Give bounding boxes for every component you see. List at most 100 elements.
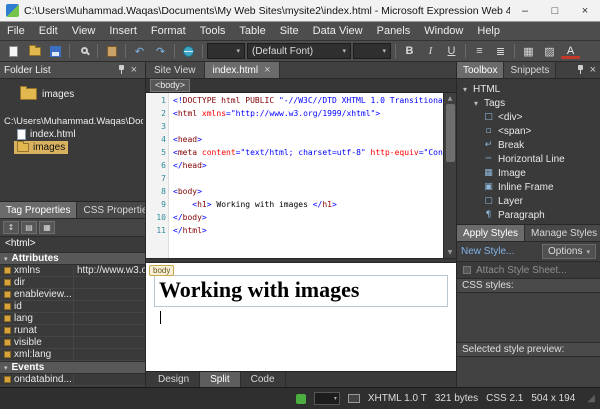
font-size-select[interactable]: ▾ — [353, 43, 391, 59]
quick-tag-body[interactable]: <body> — [150, 79, 190, 92]
toolbox-node-form-controls[interactable]: ▾Form Controls — [457, 222, 600, 224]
property-row-id[interactable]: id — [0, 301, 145, 313]
tab-index-html[interactable]: index.html × — [205, 62, 280, 78]
property-row-enableview[interactable]: enableview... — [0, 289, 145, 301]
italic-button[interactable]: I — [421, 43, 440, 60]
close-panel-icon[interactable]: × — [590, 65, 596, 76]
options-button[interactable]: Options ▾ — [542, 244, 596, 259]
scrollbar-thumb[interactable] — [446, 104, 455, 162]
section-header-attributes[interactable]: ▾Attributes — [0, 252, 145, 265]
property-row-xml-lang[interactable]: xml:lang — [0, 349, 145, 361]
folder-list-item-index-html[interactable]: index.html — [14, 128, 79, 141]
property-row-visible[interactable]: visible — [0, 337, 145, 349]
style-select[interactable]: ▾ — [207, 43, 245, 59]
pin-icon[interactable] — [576, 65, 585, 75]
menu-item-insert[interactable]: Insert — [102, 22, 144, 40]
menu-item-window[interactable]: Window — [417, 22, 470, 40]
toolbox-node-horizontal-line[interactable]: ─Horizontal Line — [457, 152, 600, 166]
open-button[interactable] — [25, 43, 44, 60]
menu-item-tools[interactable]: Tools — [193, 22, 233, 40]
maximize-button[interactable]: □ — [540, 0, 570, 21]
folder-list-body[interactable]: images C:\Users\Muhammad.Waqas\Documents… — [0, 79, 145, 201]
save-button[interactable] — [46, 43, 65, 60]
menu-item-data-view[interactable]: Data View — [306, 22, 370, 40]
menu-item-site[interactable]: Site — [273, 22, 306, 40]
sort-alphabetical-icon[interactable]: ↕ — [3, 221, 19, 234]
menu-item-view[interactable]: View — [65, 22, 103, 40]
menu-item-edit[interactable]: Edit — [32, 22, 65, 40]
toolbox-node-image[interactable]: ▦Image — [457, 166, 600, 180]
inline-frame-icon: ▣ — [483, 182, 494, 192]
toolbox-node-div[interactable]: □<div> — [457, 110, 600, 124]
tab-design[interactable]: Design — [148, 372, 200, 387]
minimize-button[interactable]: – — [510, 0, 540, 21]
design-view[interactable]: body Working with images — [146, 263, 456, 371]
status-item-xhtml-1-0-t[interactable]: XHTML 1.0 T — [368, 393, 427, 404]
menu-item-help[interactable]: Help — [470, 22, 507, 40]
tab-apply-styles[interactable]: Apply Styles — [457, 225, 525, 241]
bullets-button[interactable]: ≡ — [470, 43, 489, 60]
property-row-runat[interactable]: runat — [0, 325, 145, 337]
highlight-button[interactable]: ▨ — [540, 43, 559, 60]
property-row-lang[interactable]: lang — [0, 313, 145, 325]
tab-snippets[interactable]: Snippets — [504, 62, 556, 78]
status-item-css-2-1[interactable]: CSS 2.1 — [486, 393, 523, 404]
close-button[interactable]: × — [570, 0, 600, 21]
menu-item-panels[interactable]: Panels — [370, 22, 418, 40]
design-heading[interactable]: Working with images — [154, 275, 448, 307]
categorized-view-icon[interactable]: ▤ — [21, 221, 37, 234]
new-document-button[interactable] — [4, 43, 23, 60]
set-properties-icon[interactable]: ▦ — [39, 221, 55, 234]
close-panel-icon[interactable]: × — [131, 65, 137, 76]
paste-button[interactable] — [102, 43, 121, 60]
property-value[interactable]: http://www.w3.o... — [74, 265, 145, 276]
bold-button[interactable]: B — [400, 43, 419, 60]
undo-button[interactable]: ↶ — [130, 43, 149, 60]
tab-css-properties[interactable]: CSS Properties — [77, 202, 145, 218]
font-color-button[interactable]: A — [561, 45, 580, 59]
menu-item-table[interactable]: Table — [232, 22, 272, 40]
numbering-button[interactable]: ≣ — [491, 43, 510, 60]
pin-icon[interactable] — [117, 65, 126, 75]
toolbox-node-paragraph[interactable]: ¶Paragraph — [457, 208, 600, 222]
folder-list-item-images[interactable]: images — [14, 141, 68, 154]
tab-code[interactable]: Code — [241, 372, 286, 387]
scroll-up-icon[interactable]: ▲ — [448, 95, 453, 102]
menu-item-file[interactable]: File — [0, 22, 32, 40]
tab-tag-properties[interactable]: Tag Properties — [0, 202, 77, 218]
toolbox-node-break[interactable]: ↵Break — [457, 138, 600, 152]
resize-grip[interactable]: ◢ — [587, 393, 595, 404]
redo-button[interactable]: ↷ — [151, 43, 170, 60]
site-root-item[interactable]: C:\Users\Muhammad.Waqas\Documents\M — [2, 115, 143, 128]
section-header-events[interactable]: ▾Events — [0, 361, 145, 374]
body-tag-visual-aid[interactable]: body — [149, 265, 174, 276]
toolbox-node-inline-frame[interactable]: ▣Inline Frame — [457, 180, 600, 194]
code-editor[interactable]: 1<!DOCTYPE html PUBLIC "-//W3C//DTD XHTM… — [146, 93, 456, 258]
tab-split[interactable]: Split — [200, 372, 240, 387]
borders-button[interactable]: ▦ — [519, 43, 538, 60]
toolbox-node-tags[interactable]: ▾Tags — [457, 96, 600, 110]
preview-button[interactable] — [179, 43, 198, 60]
scroll-down-icon[interactable]: ▼ — [448, 249, 453, 256]
menu-item-format[interactable]: Format — [144, 22, 193, 40]
property-row-xmlns[interactable]: xmlnshttp://www.w3.o... — [0, 265, 145, 277]
toolbox-node-html[interactable]: ▾HTML — [457, 82, 600, 96]
expander-icon[interactable]: ▾ — [461, 85, 469, 94]
css-styles-list[interactable] — [457, 293, 600, 342]
underline-button[interactable]: U — [442, 43, 461, 60]
property-row-ondatabind[interactable]: ondatabind... — [0, 374, 145, 386]
property-row-dir[interactable]: dir — [0, 277, 145, 289]
expander-icon[interactable]: ▾ — [472, 99, 480, 108]
tab-toolbox[interactable]: Toolbox — [457, 62, 504, 78]
toolbox-node-layer[interactable]: ▢Layer — [457, 194, 600, 208]
window-title: C:\Users\Muhammad.Waqas\Documents\My Web… — [24, 5, 510, 17]
style-application-select[interactable]: ▾ — [314, 392, 340, 405]
tab-manage-styles[interactable]: Manage Styles — [525, 225, 600, 241]
new-style-link[interactable]: New Style... — [461, 246, 514, 257]
close-tab-icon[interactable]: × — [264, 65, 270, 76]
toolbox-node-span[interactable]: ▫<span> — [457, 124, 600, 138]
tab-site-view[interactable]: Site View — [146, 62, 205, 78]
code-scrollbar[interactable]: ▲ ▼ — [443, 93, 456, 258]
font-family-select[interactable]: (Default Font) ▾ — [247, 43, 351, 59]
find-button[interactable] — [74, 43, 93, 60]
